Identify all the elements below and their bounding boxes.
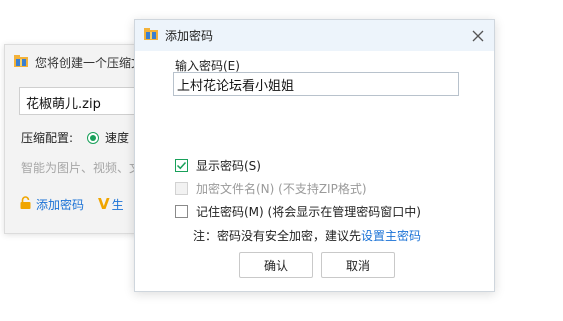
archive-icon bbox=[13, 53, 29, 72]
generate-link[interactable]: 生 bbox=[112, 196, 124, 213]
close-button[interactable] bbox=[468, 26, 488, 46]
speed-option-label: 速度 bbox=[105, 131, 130, 145]
cancel-button[interactable]: 取消 bbox=[321, 252, 395, 278]
note-text: 注：密码没有安全加密，建议先 bbox=[193, 229, 362, 243]
config-label: 压缩配置: bbox=[21, 131, 74, 145]
dialog-title: 添加密码 bbox=[165, 29, 214, 43]
add-password-link[interactable]: 添加密码 bbox=[36, 196, 84, 213]
window-title: 您将创建一个压缩文 bbox=[35, 55, 144, 70]
security-note: 注：密码没有安全加密，建议先设置主密码 bbox=[193, 227, 421, 244]
remember-password-checkbox[interactable] bbox=[175, 205, 188, 218]
dialog-title-bar: 添加密码 bbox=[135, 20, 494, 51]
encrypt-filenames-label: 加密文件名(N) (不支持ZIP格式) bbox=[196, 182, 367, 196]
compression-config: 压缩配置: 速度 bbox=[21, 129, 129, 146]
set-master-password-link[interactable]: 设置主密码 bbox=[361, 229, 421, 243]
ok-button[interactable]: 确认 bbox=[239, 252, 313, 278]
remember-password-label: 记住密码(M) (将会显示在管理密码窗口中) bbox=[196, 205, 421, 219]
add-password-dialog: 添加密码 输入密码(E) 上村花论坛看小姐姐 显示密码(S) 加密文件名(N) … bbox=[134, 19, 495, 292]
lock-icon bbox=[19, 195, 32, 213]
hint-text: 智能为图片、视频、文 bbox=[21, 161, 142, 175]
checkmark-icon bbox=[176, 161, 187, 170]
password-input[interactable]: 上村花论坛看小姐姐 bbox=[173, 72, 459, 96]
bottom-actions: 添加密码 V 生 bbox=[19, 195, 124, 213]
show-password-checkbox[interactable] bbox=[175, 159, 188, 172]
show-password-row[interactable]: 显示密码(S) bbox=[175, 157, 261, 174]
show-password-label: 显示密码(S) bbox=[196, 159, 261, 173]
archive-icon bbox=[143, 26, 159, 45]
encrypt-filenames-row: 加密文件名(N) (不支持ZIP格式) bbox=[175, 180, 367, 197]
close-icon bbox=[472, 30, 484, 42]
window-title-bar: 您将创建一个压缩文 bbox=[13, 53, 143, 71]
speed-radio[interactable] bbox=[87, 131, 100, 144]
v-mark-icon: V bbox=[98, 195, 110, 213]
encrypt-filenames-checkbox bbox=[175, 182, 188, 195]
remember-password-row[interactable]: 记住密码(M) (将会显示在管理密码窗口中) bbox=[175, 203, 421, 220]
